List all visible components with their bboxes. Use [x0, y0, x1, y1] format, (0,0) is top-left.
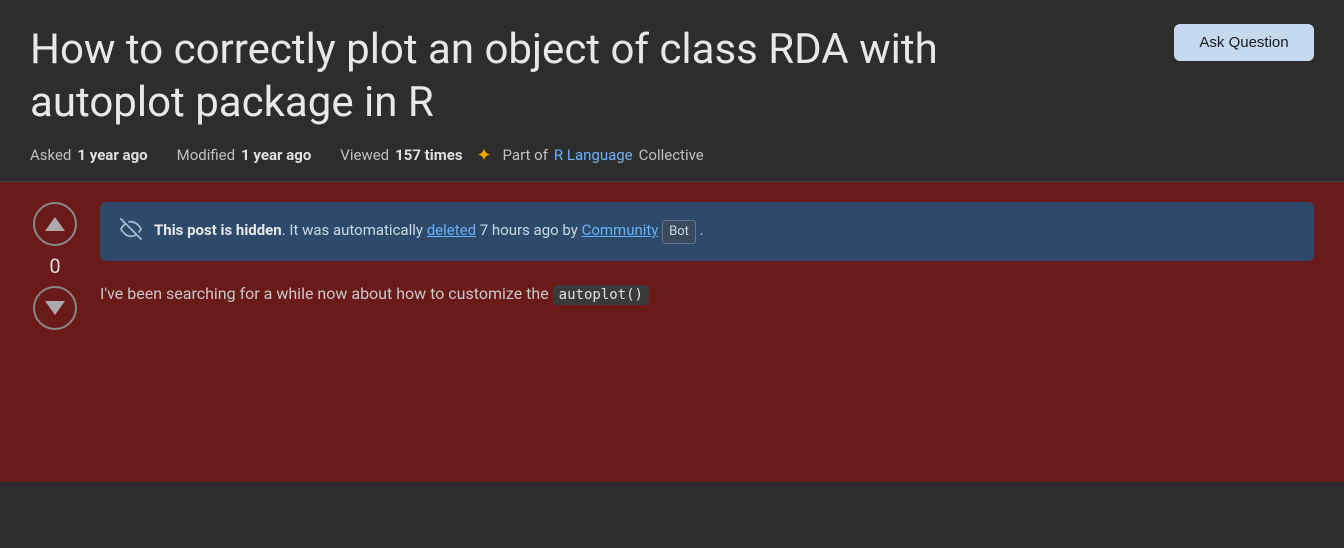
- hidden-notice-text: This post is hidden. It was automaticall…: [154, 219, 704, 244]
- hidden-icon: [120, 218, 142, 245]
- collective-link[interactable]: R Language: [554, 146, 633, 164]
- community-link[interactable]: Community: [582, 221, 659, 239]
- question-meta: Asked 1 year ago Modified 1 year ago Vie…: [30, 145, 1314, 165]
- ask-question-button[interactable]: Ask Question: [1174, 24, 1314, 61]
- question-header: How to correctly plot an object of class…: [0, 0, 1344, 182]
- viewed-value: 157 times: [395, 146, 462, 164]
- header-top-row: How to correctly plot an object of class…: [30, 24, 1314, 129]
- hidden-bold-text: This post is hidden: [154, 221, 282, 239]
- vote-count: 0: [49, 254, 60, 278]
- asked-value: 1 year ago: [77, 146, 147, 164]
- upvote-button[interactable]: [33, 202, 77, 246]
- hidden-post-notice: This post is hidden. It was automaticall…: [100, 202, 1314, 261]
- question-title: How to correctly plot an object of class…: [30, 24, 1080, 129]
- code-snippet: autoplot(): [553, 285, 649, 305]
- hidden-period: .: [696, 221, 704, 239]
- deleted-link[interactable]: deleted: [427, 221, 476, 239]
- upvote-arrow-icon: [45, 217, 65, 231]
- collective-star-icon: ✦: [477, 145, 497, 165]
- asked-label: Asked: [30, 146, 71, 164]
- meta-divider-2: [325, 148, 326, 162]
- collective-badge: ✦ Part of R Language Collective: [477, 145, 704, 165]
- vote-controls: 0: [30, 202, 80, 330]
- hidden-main-text: . It was automatically: [282, 221, 427, 239]
- main-content: This post is hidden. It was automaticall…: [100, 202, 1314, 307]
- collective-suffix: Collective: [639, 146, 704, 164]
- modified-value: 1 year ago: [241, 146, 311, 164]
- post-body-preview: I've been searching for a while now abou…: [100, 281, 1314, 307]
- bot-badge: Bot: [662, 220, 696, 244]
- meta-divider-1: [162, 148, 163, 162]
- question-body-section: 0 This post is hidden. It was automatica…: [0, 182, 1344, 482]
- body-text: I've been searching for a while now abou…: [100, 284, 553, 303]
- content-area: 0 This post is hidden. It was automatica…: [30, 202, 1314, 330]
- modified-label: Modified: [177, 146, 235, 164]
- downvote-arrow-icon: [45, 301, 65, 315]
- viewed-label: Viewed: [340, 146, 389, 164]
- collective-prefix: Part of: [503, 146, 548, 164]
- downvote-button[interactable]: [33, 286, 77, 330]
- hidden-when-text: 7 hours ago by: [476, 221, 582, 239]
